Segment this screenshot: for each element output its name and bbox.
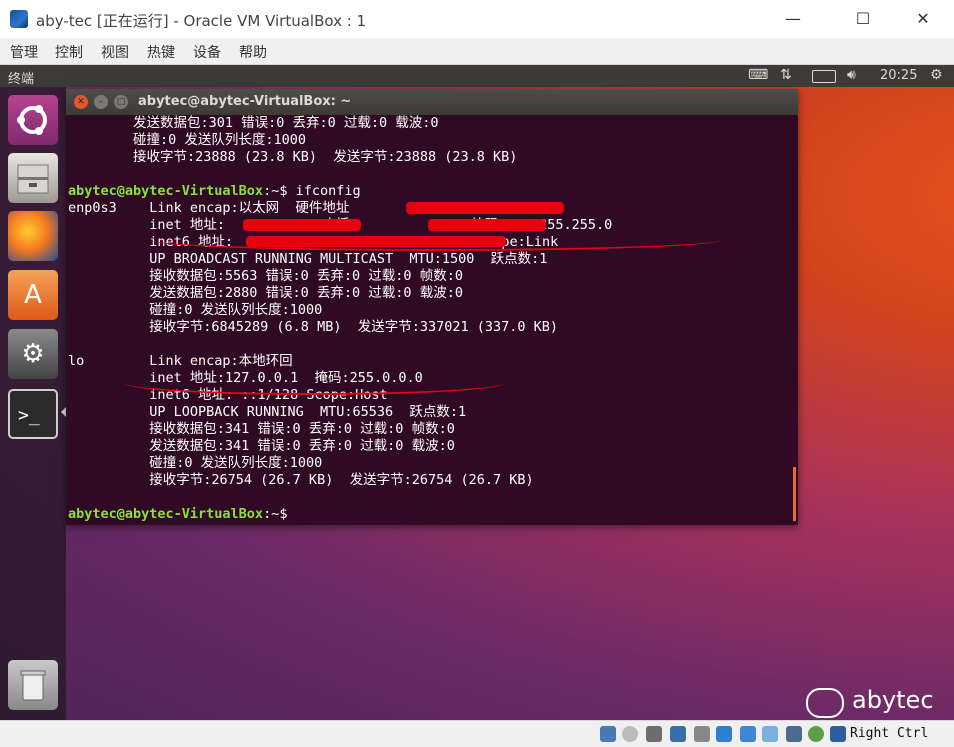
host-key-label: Right Ctrl [850,726,929,741]
prompt-user: abytec@abytec-VirtualBox [68,183,264,199]
audio-icon[interactable] [646,726,662,742]
maximize-button[interactable]: ☐ [840,4,886,34]
terminal-minimize-button[interactable]: – [94,95,108,109]
terminal-line: 碰撞:0 发送队列长度:1000 [68,455,323,471]
menu-item-help[interactable]: 帮助 [239,42,267,62]
optical-drive-icon[interactable] [622,726,638,742]
menu-item-control[interactable]: 控制 [55,42,83,62]
clock[interactable]: 20:25 [880,68,917,83]
terminal-icon[interactable]: >_ [8,389,58,439]
minimize-button[interactable]: — [770,4,816,34]
close-button[interactable]: ✕ [900,4,946,34]
menu-item-view[interactable]: 视图 [101,42,129,62]
video-capture-icon[interactable] [762,726,778,742]
battery-icon[interactable] [812,70,836,83]
terminal-line: 碰撞:0 发送队列长度:1000 [68,302,323,318]
terminal-line: 接收数据包:5563 错误:0 丢弃:0 过载:0 帧数:0 [68,268,463,284]
keyboard-icon[interactable]: ⌨ [748,67,768,83]
wechat-icon [806,688,844,718]
firefox-icon[interactable] [8,211,58,261]
menu-item-manage[interactable]: 管理 [10,42,38,62]
trash-icon[interactable] [8,660,58,710]
system-settings-icon[interactable]: ⚙ [8,329,58,379]
terminal-titlebar: ✕ – □ abytec@abytec-VirtualBox: ~ [66,89,798,115]
terminal-window[interactable]: ✕ – □ abytec@abytec-VirtualBox: ~ 发送数据包:… [66,89,798,525]
network-arrows-icon[interactable]: ⇅ [780,67,792,83]
display-icon[interactable] [740,726,756,742]
menu-item-hotkeys[interactable]: 热键 [147,42,175,62]
terminal-line: UP BROADCAST RUNNING MULTICAST MTU:1500 … [68,251,548,267]
redaction-mark [406,202,564,214]
prompt-user: abytec@abytec-VirtualBox [68,506,264,522]
prompt-path: :~$ [263,183,288,199]
terminal-line: 接收字节:26754 (26.7 KB) 发送字节:26754 (26.7 KB… [68,472,534,488]
menu-bar: 管理 控制 视图 热键 设备 帮助 [0,38,954,65]
terminal-line: 接收数据包:341 错误:0 丢弃:0 过载:0 帧数:0 [68,421,455,437]
terminal-line: 碰撞:0 发送队列长度:1000 [68,132,307,148]
files-icon[interactable] [8,153,58,203]
virtualbox-app-icon [10,10,28,28]
software-center-icon[interactable]: A [8,270,58,320]
window-titlebar: aby-tec [正在运行] - Oracle VM VirtualBox : … [0,0,954,39]
ubuntu-launcher: A ⚙ >_ [0,87,66,720]
terminal-line: 发送数据包:341 错误:0 丢弃:0 过载:0 载波:0 [68,438,455,454]
ubuntu-top-panel: 终端 ⌨ ⇅ 🔊︎ 20:25 ⚙ [0,65,954,87]
gear-icon[interactable]: ⚙ [930,67,943,83]
network-icon[interactable] [670,726,686,742]
menu-item-devices[interactable]: 设备 [193,42,221,62]
watermark-text: abytec [852,686,934,714]
terminal-line: 发送数据包:301 错误:0 丢弃:0 过载:0 载波:0 [68,115,439,131]
terminal-line: enp0s3 Link encap:以太网 硬件地址 [68,200,350,216]
volume-icon[interactable]: 🔊︎ [847,67,856,83]
terminal-line: UP LOOPBACK RUNNING MTU:65536 跃点数:1 [68,404,467,420]
vm-status-bar: Right Ctrl [0,720,954,747]
active-app-name: 终端 [8,72,35,87]
hdd-icon[interactable] [600,726,616,742]
terminal-scrollbar[interactable] [793,467,796,521]
annotation-underline [150,229,720,251]
guest-desktop: 终端 ⌨ ⇅ 🔊︎ 20:25 ⚙ A ⚙ >_ ✕ – □ abytec@ab… [0,65,954,720]
ubuntu-dash-icon[interactable] [8,95,58,145]
terminal-line: 接收字节:23888 (23.8 KB) 发送字节:23888 (23.8 KB… [68,149,518,165]
terminal-line: 接收字节:6845289 (6.8 MB) 发送字节:337021 (337.0… [68,319,559,335]
prompt-path: :~$ [263,506,288,522]
mouse-integration-icon[interactable] [808,726,824,742]
terminal-line: lo Link encap:本地环回 [68,353,293,369]
terminal-line: 发送数据包:2880 错误:0 丢弃:0 过载:0 载波:0 [68,285,463,301]
keyboard-capture-icon[interactable] [830,726,846,742]
prompt-line: abytec@abytec-VirtualBox:~$ ifconfig [68,183,361,200]
terminal-close-button[interactable]: ✕ [74,95,88,109]
terminal-output[interactable]: 发送数据包:301 错误:0 丢弃:0 过载:0 载波:0 碰撞:0 发送队列长… [66,115,796,525]
terminal-title: abytec@abytec-VirtualBox: ~ [138,94,352,109]
usb-icon[interactable] [694,726,710,742]
prompt-line: abytec@abytec-VirtualBox:~$ [68,506,287,523]
window-title: aby-tec [正在运行] - Oracle VM VirtualBox : … [36,12,367,30]
annotation-underline [124,371,504,395]
shared-folder-icon[interactable] [716,726,732,742]
typed-command: ifconfig [287,183,361,199]
cpu-icon[interactable] [786,726,802,742]
terminal-maximize-button[interactable]: □ [114,95,128,109]
